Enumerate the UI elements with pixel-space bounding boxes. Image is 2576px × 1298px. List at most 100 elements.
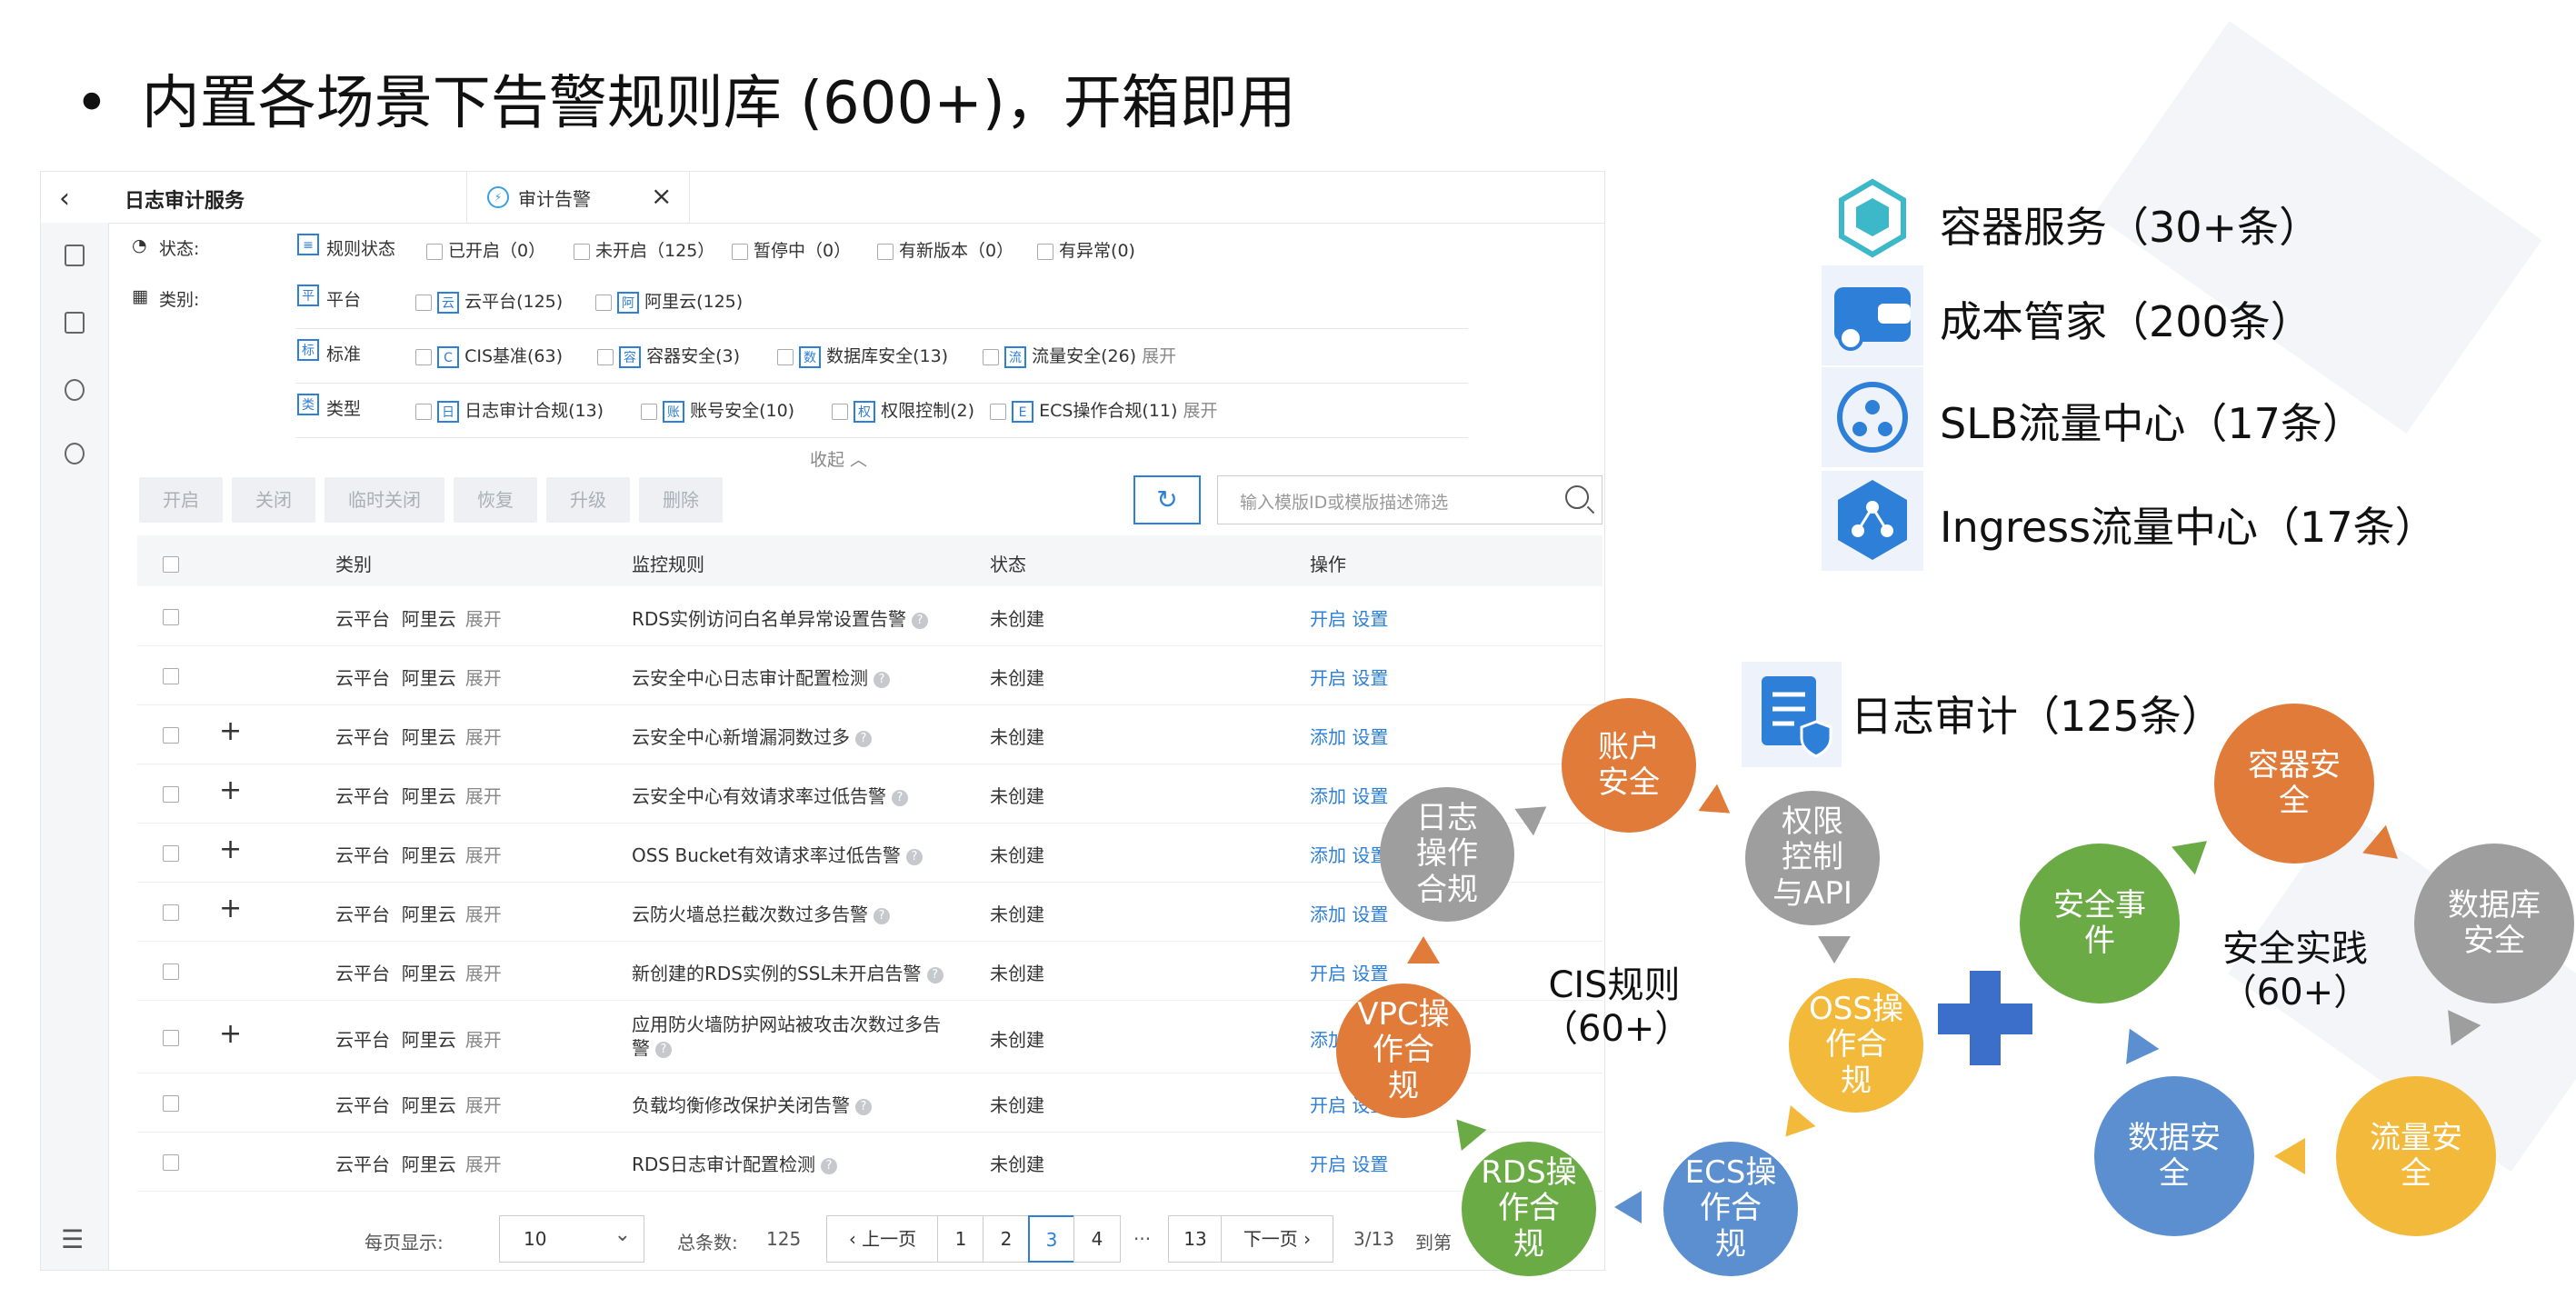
expand-link[interactable]: 展开 bbox=[465, 608, 502, 630]
add-icon[interactable]: + bbox=[219, 893, 242, 924]
add-link[interactable]: 添加 bbox=[1310, 726, 1346, 748]
platform-option[interactable]: 阿 阿里云(125) bbox=[595, 288, 743, 314]
expand-link[interactable]: 展开 bbox=[465, 904, 502, 925]
platform-option[interactable]: 云 云平台(125) bbox=[415, 288, 563, 314]
refresh-button[interactable]: ↻ bbox=[1133, 475, 1201, 524]
page-button[interactable]: 4 bbox=[1073, 1215, 1121, 1263]
status-option[interactable]: 未开启（125） bbox=[574, 237, 714, 262]
add-icon[interactable]: + bbox=[219, 834, 242, 865]
menu-collapse-icon[interactable]: ☰ bbox=[61, 1224, 84, 1254]
help-icon[interactable]: ? bbox=[655, 1041, 672, 1058]
expand-link[interactable]: 展开 bbox=[465, 963, 502, 984]
collapse-toggle[interactable]: 收起 ︿ bbox=[810, 446, 867, 471]
standard-option[interactable]: 流 流量安全(26) 展开 bbox=[983, 343, 1176, 368]
prev-page-button[interactable]: ‹ 上一页 bbox=[826, 1215, 939, 1263]
row-checkbox[interactable] bbox=[163, 904, 179, 921]
expand-link[interactable]: 展开 bbox=[465, 1094, 502, 1116]
settings-link[interactable]: 设置 bbox=[1352, 726, 1388, 748]
expand-link[interactable]: 展开 bbox=[465, 726, 502, 748]
expand-link[interactable]: 展开 bbox=[465, 667, 502, 689]
edit-doc-icon[interactable] bbox=[65, 312, 85, 334]
cycle-node-oss-compliance: OSS操 作合 规 bbox=[1789, 978, 1923, 1113]
add-link[interactable]: 添加 bbox=[1310, 904, 1346, 925]
page-button[interactable]: 13 bbox=[1168, 1215, 1223, 1263]
per-page-select[interactable]: 10 ⌄ bbox=[499, 1215, 644, 1263]
add-icon[interactable]: + bbox=[219, 715, 242, 747]
type-option[interactable]: 账 账号安全(10) bbox=[641, 397, 794, 423]
row-checkbox[interactable] bbox=[163, 1153, 179, 1171]
enable-button[interactable]: 开启 bbox=[139, 477, 223, 523]
search-icon[interactable] bbox=[1565, 485, 1589, 509]
select-all-checkbox[interactable] bbox=[163, 555, 179, 573]
settings-link[interactable]: 设置 bbox=[1352, 608, 1388, 630]
alert-icon[interactable] bbox=[65, 443, 85, 464]
row-checkbox[interactable] bbox=[163, 785, 179, 803]
wallet-icon bbox=[1822, 265, 1923, 365]
tab-audit-alert[interactable]: ⚡ 审计告警 × bbox=[466, 172, 690, 223]
standard-option[interactable]: 数 数据库安全(13) bbox=[777, 343, 948, 368]
expand-link[interactable]: 展开 bbox=[465, 1153, 502, 1175]
restore-button[interactable]: 恢复 bbox=[454, 477, 537, 523]
page-button[interactable]: 2 bbox=[983, 1215, 1030, 1263]
legend-text: 容器服务（30+条） bbox=[1940, 203, 2321, 252]
upgrade-button[interactable]: 升级 bbox=[546, 477, 630, 523]
expand-link[interactable]: 展开 bbox=[465, 1029, 502, 1051]
pie-chart-icon[interactable] bbox=[65, 379, 85, 401]
help-icon[interactable]: ? bbox=[874, 907, 890, 924]
settings-link[interactable]: 设置 bbox=[1352, 904, 1388, 925]
arrow-icon bbox=[1818, 936, 1851, 964]
type-option[interactable]: 权 权限控制(2) bbox=[832, 397, 974, 423]
settings-link[interactable]: 设置 bbox=[1352, 1153, 1388, 1175]
add-link[interactable]: 添加 bbox=[1310, 785, 1346, 807]
settings-link[interactable]: 设置 bbox=[1352, 667, 1388, 689]
help-icon[interactable]: ? bbox=[912, 612, 928, 629]
temp-disable-button[interactable]: 临时关闭 bbox=[324, 477, 444, 523]
help-icon[interactable]: ? bbox=[821, 1157, 837, 1174]
help-icon[interactable]: ? bbox=[926, 966, 944, 983]
expand-link[interactable]: 展开 bbox=[465, 844, 502, 866]
enable-link[interactable]: 开启 bbox=[1310, 963, 1346, 984]
page-button-current[interactable]: 3 bbox=[1028, 1215, 1075, 1263]
expand-link[interactable]: 展开 bbox=[465, 785, 502, 807]
type-option[interactable]: E ECS操作合规(11) 展开 bbox=[990, 397, 1218, 423]
close-icon[interactable]: × bbox=[651, 181, 672, 211]
add-icon[interactable]: + bbox=[219, 1018, 242, 1050]
enable-link[interactable]: 开启 bbox=[1310, 608, 1346, 630]
disable-button[interactable]: 关闭 bbox=[232, 477, 315, 523]
help-icon[interactable]: ? bbox=[874, 671, 890, 688]
row-checkbox[interactable] bbox=[163, 608, 179, 625]
status-option[interactable]: 有异常(0) bbox=[1037, 237, 1135, 262]
page-button[interactable]: 1 bbox=[937, 1215, 984, 1263]
help-icon[interactable]: ? bbox=[905, 848, 923, 865]
enable-link[interactable]: 开启 bbox=[1310, 1094, 1346, 1116]
cycle-node-security-event: 安全事 件 bbox=[2020, 844, 2180, 1003]
table-row: + 云平台 阿里云 展开 云防火墙总拦截次数过多告警? 未创建 添加 设置 bbox=[137, 882, 1603, 942]
delete-button[interactable]: 删除 bbox=[639, 477, 723, 523]
next-page-button[interactable]: 下一页 › bbox=[1221, 1215, 1333, 1263]
standard-option[interactable]: C CIS基准(63) bbox=[415, 343, 563, 368]
type-icon: 类 bbox=[297, 394, 319, 415]
row-checkbox[interactable] bbox=[163, 1094, 179, 1112]
row-checkbox[interactable] bbox=[163, 667, 179, 684]
add-link[interactable]: 添加 bbox=[1310, 844, 1346, 866]
back-icon[interactable]: ‹ bbox=[59, 183, 70, 215]
enable-link[interactable]: 开启 bbox=[1310, 667, 1346, 689]
type-option[interactable]: 日 日志审计合规(13) bbox=[415, 397, 604, 423]
row-checkbox[interactable] bbox=[163, 963, 179, 980]
status-option[interactable]: 已开启（0） bbox=[426, 237, 545, 262]
row-checkbox[interactable] bbox=[163, 1029, 179, 1046]
status-option[interactable]: 有新版本（0） bbox=[877, 237, 1013, 262]
add-icon[interactable]: + bbox=[219, 774, 242, 806]
settings-link[interactable]: 设置 bbox=[1352, 963, 1388, 984]
settings-link[interactable]: 设置 bbox=[1352, 785, 1388, 807]
enable-link[interactable]: 开启 bbox=[1310, 1153, 1346, 1175]
search-input[interactable]: 输入模版ID或模版描述筛选 bbox=[1217, 475, 1603, 524]
help-icon[interactable]: ? bbox=[855, 730, 872, 747]
document-icon[interactable] bbox=[65, 245, 85, 266]
help-icon[interactable]: ? bbox=[855, 1098, 872, 1115]
row-checkbox[interactable] bbox=[163, 844, 179, 862]
status-option[interactable]: 暂停中（0） bbox=[732, 237, 851, 262]
standard-option[interactable]: 容 容器安全(3) bbox=[597, 343, 740, 368]
help-icon[interactable]: ? bbox=[892, 789, 908, 806]
row-checkbox[interactable] bbox=[163, 726, 179, 744]
